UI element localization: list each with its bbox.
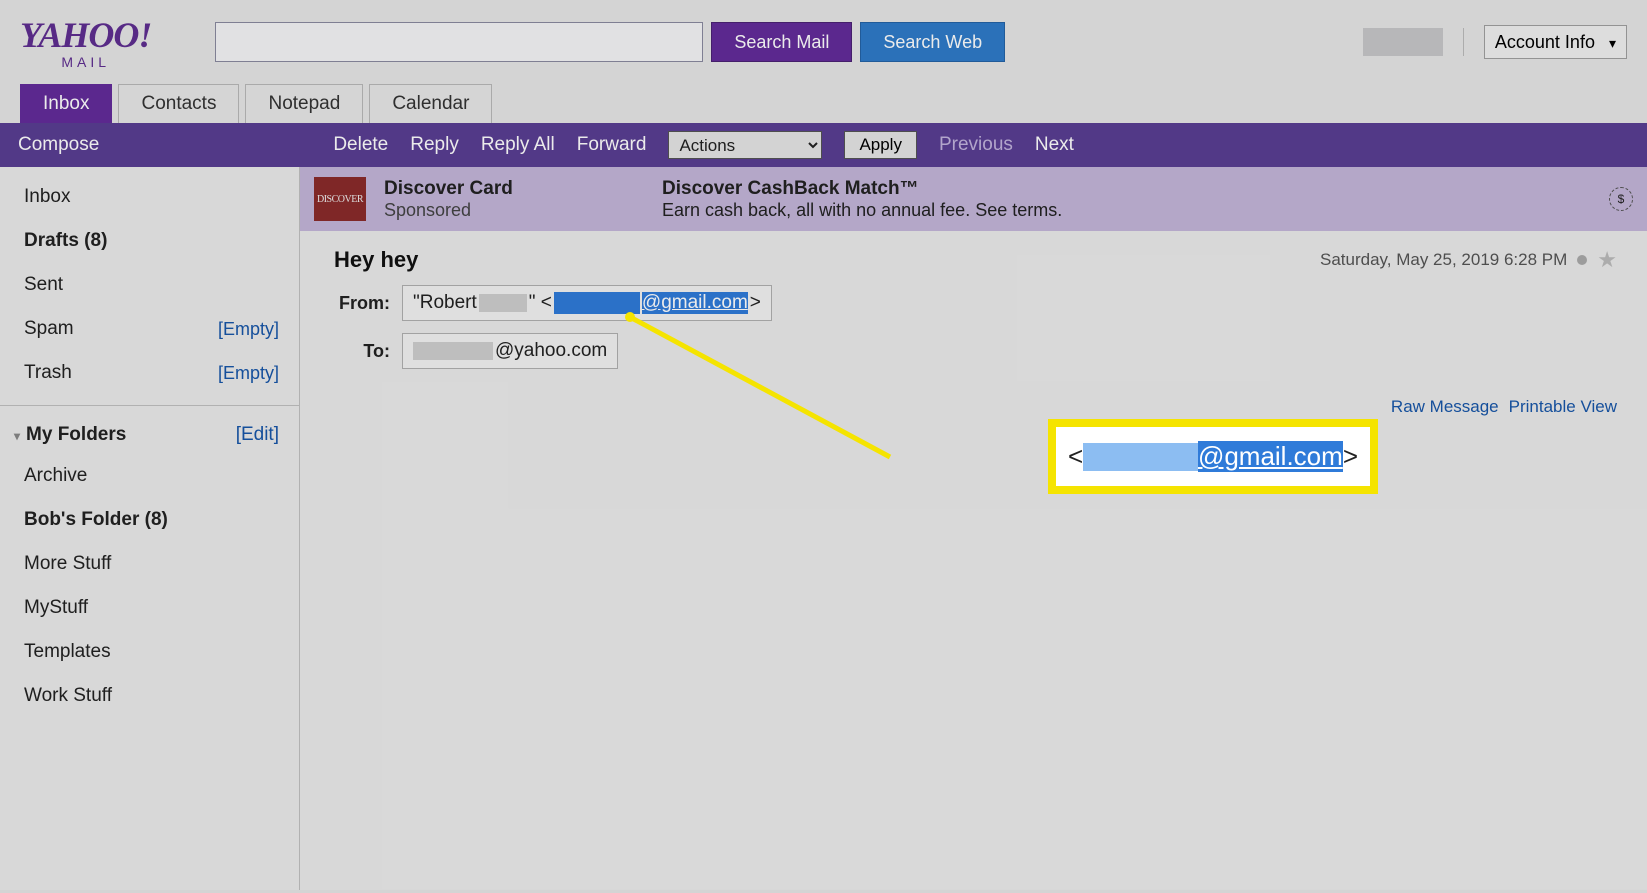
divider [1463, 28, 1464, 56]
from-name-prefix: "Robert [413, 292, 477, 314]
from-bracket-close: > [750, 292, 761, 314]
collapse-icon [14, 424, 26, 445]
header-bar: YAHOO! MAIL Search Mail Search Web Accou… [0, 0, 1647, 84]
search-input[interactable] [215, 22, 703, 62]
user-avatar-placeholder [1363, 28, 1443, 56]
redacted-to-prefix [413, 342, 493, 360]
raw-message-link[interactable]: Raw Message [1391, 397, 1499, 417]
folder-item[interactable]: Templates [0, 630, 299, 674]
sidebar-item-label: Drafts (8) [24, 230, 107, 252]
callout-close-bracket: > [1343, 441, 1358, 472]
main-tabs: InboxContactsNotepadCalendar [20, 84, 1647, 123]
message-subject: Hey hey [334, 247, 418, 273]
my-folders-header[interactable]: My Folders [Edit] [0, 416, 299, 454]
message-links: Raw Message Printable View [300, 379, 1647, 417]
sponsor-sub: Sponsored [384, 200, 644, 221]
sidebar-item-label: Inbox [24, 186, 70, 208]
reply-all-button[interactable]: Reply All [481, 134, 555, 156]
folder-item-label: MyStuff [24, 597, 88, 619]
star-icon[interactable]: ★ [1597, 247, 1617, 273]
message-header: Hey hey Saturday, May 25, 2019 6:28 PM ★… [300, 231, 1647, 379]
edit-folders-link[interactable]: [Edit] [236, 424, 279, 446]
folder-item[interactable]: More Stuff [0, 542, 299, 586]
my-folders-title: My Folders [26, 424, 126, 445]
tab-inbox[interactable]: Inbox [20, 84, 112, 123]
apply-button[interactable]: Apply [844, 131, 917, 159]
redacted-name [479, 294, 527, 312]
folder-item-label: More Stuff [24, 553, 111, 575]
reply-button[interactable]: Reply [410, 134, 459, 156]
sidebar-item-trash[interactable]: Trash [Empty] [0, 351, 299, 395]
folder-item[interactable]: Archive [0, 454, 299, 498]
logo-bottom-text: MAIL [61, 54, 110, 70]
search-mail-button[interactable]: Search Mail [711, 22, 852, 62]
tab-contacts[interactable]: Contacts [118, 84, 239, 123]
sidebar-item-label: Sent [24, 274, 63, 296]
from-email-domain: @gmail.com [642, 292, 748, 314]
next-button[interactable]: Next [1035, 134, 1074, 156]
compose-button[interactable]: Compose [18, 134, 99, 156]
callout-open-bracket: < [1068, 441, 1083, 472]
sidebar-item-label: Spam [24, 318, 74, 340]
sponsor-title: Discover Card [384, 178, 644, 200]
folder-item-label: Archive [24, 465, 87, 487]
sponsored-ad-bar[interactable]: DISCOVER Discover Card Sponsored Discove… [300, 167, 1647, 231]
account-info-label: Account Info [1495, 32, 1595, 53]
sidebar-item-label: Trash [24, 362, 72, 384]
to-label: To: [334, 341, 390, 362]
content-area: DISCOVER Discover Card Sponsored Discove… [300, 167, 1647, 890]
read-status-dot-icon [1577, 255, 1587, 265]
from-field[interactable]: "Robert " < @gmail.com > [402, 285, 772, 321]
folder-item-label: Work Stuff [24, 685, 112, 707]
folder-item-label: Templates [24, 641, 111, 663]
folder-item-label: Bob's Folder (8) [24, 509, 168, 531]
sidebar-item-sent[interactable]: Sent [0, 263, 299, 307]
ad-choices-icon[interactable]: $ [1609, 187, 1633, 211]
empty-folder-link[interactable]: [Empty] [218, 319, 279, 340]
sponsor-headline: Discover CashBack Match™ [662, 178, 1062, 200]
callout-redacted [1083, 443, 1198, 471]
sidebar: Inbox Drafts (8) Sent Spam [Empty] Trash [Empt… [0, 167, 300, 890]
action-toolbar: Compose Delete Reply Reply All Forward A… [0, 123, 1647, 167]
message-date: Saturday, May 25, 2019 6:28 PM [1320, 250, 1567, 270]
sidebar-item-drafts[interactable]: Drafts (8) [0, 219, 299, 263]
actions-dropdown[interactable]: Actions [668, 131, 822, 159]
sidebar-item-inbox[interactable]: Inbox [0, 175, 299, 219]
printable-view-link[interactable]: Printable View [1509, 397, 1617, 417]
sidebar-item-spam[interactable]: Spam [Empty] [0, 307, 299, 351]
logo-top-text: YAHOO! [20, 14, 151, 56]
previous-button[interactable]: Previous [939, 134, 1013, 156]
callout-domain: @gmail.com [1198, 441, 1343, 472]
from-bracket-open: " < [529, 292, 552, 314]
tab-notepad[interactable]: Notepad [245, 84, 363, 123]
from-label: From: [334, 293, 390, 314]
tab-calendar[interactable]: Calendar [369, 84, 492, 123]
delete-button[interactable]: Delete [333, 134, 388, 156]
account-info-dropdown[interactable]: Account Info [1484, 25, 1627, 59]
folder-item[interactable]: Work Stuff [0, 674, 299, 718]
chevron-down-icon [1609, 32, 1616, 53]
folder-item[interactable]: MyStuff [0, 586, 299, 630]
discover-logo-icon: DISCOVER [314, 177, 366, 221]
forward-button[interactable]: Forward [577, 134, 647, 156]
search-web-button[interactable]: Search Web [860, 22, 1005, 62]
to-domain: @yahoo.com [495, 340, 607, 362]
to-field[interactable]: @yahoo.com [402, 333, 618, 369]
folder-item[interactable]: Bob's Folder (8) [0, 498, 299, 542]
yahoo-mail-logo[interactable]: YAHOO! MAIL [20, 14, 151, 70]
redacted-email-prefix [554, 292, 640, 314]
sponsor-desc: Earn cash back, all with no annual fee. … [662, 200, 1062, 221]
email-zoom-callout: < @gmail.com > [1048, 419, 1378, 494]
empty-folder-link[interactable]: [Empty] [218, 363, 279, 384]
